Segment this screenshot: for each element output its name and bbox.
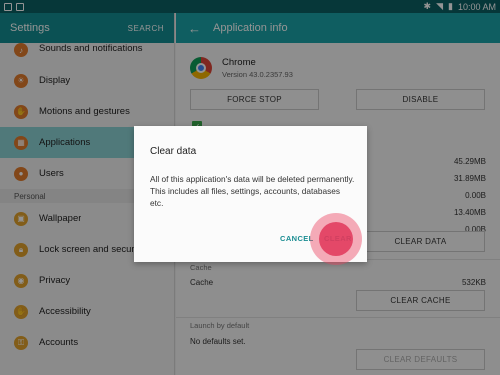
cancel-button[interactable]: CANCEL bbox=[280, 234, 314, 243]
touch-indicator bbox=[310, 213, 362, 265]
dialog-title: Clear data bbox=[150, 146, 197, 157]
dialog-message: All of this application's data will be d… bbox=[150, 174, 355, 208]
